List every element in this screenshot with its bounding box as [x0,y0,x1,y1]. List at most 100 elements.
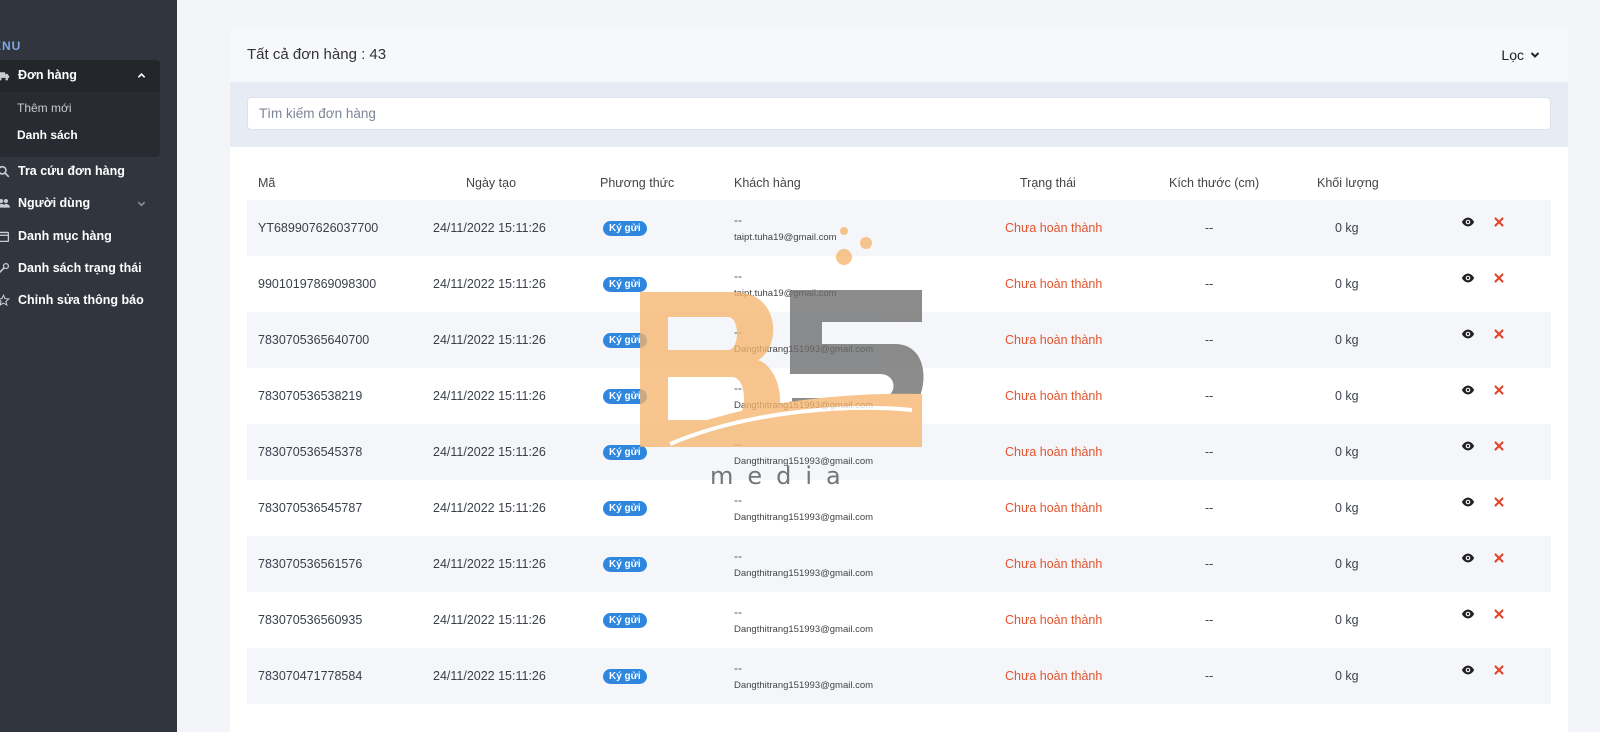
column-header-method: Phương thức [600,176,675,190]
sidebar-item-users[interactable]: Người dùng [0,196,160,210]
sidebar-item-label: Danh mục hàng [18,229,112,243]
column-header-status: Trạng thái [1020,176,1076,190]
table-row: 783070471778584 24/11/2022 15:11:26 Ký gửi… [247,648,1551,704]
status-text: Chưa hoàn thành [1005,613,1103,627]
weight-value: 0 kg [1335,221,1359,235]
eye-icon[interactable] [1461,271,1475,285]
wrench-icon [0,262,10,275]
size-value: -- [1205,445,1214,459]
delete-x-icon[interactable] [1492,215,1506,229]
status-text: Chưa hoàn thành [1005,557,1103,571]
delete-x-icon[interactable] [1492,327,1506,341]
sidebar-subitem-add-new[interactable]: Thêm mới [17,101,72,115]
order-created: 24/11/2022 15:11:26 [433,501,546,515]
delete-x-icon[interactable] [1492,439,1506,453]
order-code: 7830705365640700 [258,333,370,347]
search-input[interactable] [247,97,1551,130]
customer-email: Dangthitrang151993@gmail.com [734,344,874,355]
table-row: 783070536545787 24/11/2022 15:11:26 Ký gửi… [247,480,1551,536]
eye-icon[interactable] [1461,439,1475,453]
orders-card: Tất cả đơn hàng : 43 Lọc Mã Ngày tạo Phư… [230,28,1568,732]
method-badge: Ký gửi [603,445,647,460]
delete-x-icon[interactable] [1492,551,1506,565]
order-created: 24/11/2022 15:11:26 [433,277,546,291]
table-row: 783070536560935 24/11/2022 15:11:26 Ký gửi… [247,592,1551,648]
orders-card-header: Tất cả đơn hàng : 43 Lọc [230,28,1568,82]
method-badge: Ký gửi [603,277,647,292]
table-row: YT689907626037700 24/11/2022 15:11:26 Ký g… [247,200,1551,256]
customer-name: -- [734,605,742,619]
method-badge: Ký gửi [603,221,647,236]
star-icon [0,293,10,307]
sidebar-item-orders[interactable]: Đơn hàng [0,68,160,82]
customer-email: Dangthitrang151993@gmail.com [734,512,874,523]
sidebar-item-label: Tra cứu đơn hàng [18,164,125,178]
table-row: 99010197869098300 24/11/2022 15:11:26 Ký g… [247,256,1551,312]
size-value: -- [1205,277,1214,291]
size-value: -- [1205,389,1214,403]
order-code: 783070536545787 [258,501,363,515]
customer-name: -- [734,269,742,283]
sidebar-item-edit-notice[interactable]: Chỉnh sửa thông báo [0,293,144,307]
delete-x-icon[interactable] [1492,607,1506,621]
size-value: -- [1205,221,1214,235]
order-created: 24/11/2022 15:11:26 [433,613,546,627]
column-header-customer: Khách hàng [734,176,801,190]
delete-x-icon[interactable] [1492,495,1506,509]
order-created: 24/11/2022 15:11:26 [433,221,546,235]
customer-name: -- [734,549,742,563]
method-badge: Ký gửi [603,333,647,348]
status-text: Chưa hoàn thành [1005,389,1103,403]
status-text: Chưa hoàn thành [1005,669,1103,683]
chevron-down-icon [137,201,146,206]
customer-email: taipt.tuha19@gmail.com [734,232,837,243]
eye-icon[interactable] [1461,607,1475,621]
customer-name: -- [734,381,742,395]
eye-icon[interactable] [1461,383,1475,397]
size-value: -- [1205,613,1214,627]
weight-value: 0 kg [1335,669,1359,683]
table-row: 783070536561576 24/11/2022 15:11:26 Ký gửi… [247,536,1551,592]
customer-name: -- [734,437,742,451]
sidebar-item-label: Người dùng [18,196,91,210]
method-badge: Ký gửi [603,613,647,628]
status-text: Chưa hoàn thành [1005,445,1103,459]
sidebar-item-status-list[interactable]: Danh sách trạng thái [0,261,142,275]
chevron-down-icon [1530,52,1540,58]
sidebar-item-order-lookup[interactable]: Tra cứu đơn hàng [0,164,125,178]
order-code: 783070471778584 [258,669,363,683]
customer-email: taipt.tuha19@gmail.com [734,288,837,299]
order-code: 99010197869098300 [258,277,377,291]
size-value: -- [1205,669,1214,683]
customer-name: -- [734,661,742,675]
sidebar-item-label: Chỉnh sửa thông báo [18,293,144,307]
chevron-up-icon [137,72,146,78]
sidebar-item-label: Danh sách trạng thái [18,261,142,275]
users-icon [0,197,10,210]
method-badge: Ký gửi [603,389,647,404]
delete-x-icon[interactable] [1492,271,1506,285]
eye-icon[interactable] [1461,215,1475,229]
weight-value: 0 kg [1335,277,1359,291]
order-code: 783070536545378 [258,445,363,459]
eye-icon[interactable] [1461,663,1475,677]
table-row: 783070536538219 24/11/2022 15:11:26 Ký gửi… [247,368,1551,424]
order-created: 24/11/2022 15:11:26 [433,669,546,683]
eye-icon[interactable] [1461,327,1475,341]
order-created: 24/11/2022 15:11:26 [433,445,546,459]
customer-email: Dangthitrang151993@gmail.com [734,400,874,411]
eye-icon[interactable] [1461,495,1475,509]
filter-button[interactable]: Lọc [1501,47,1540,63]
delete-x-icon[interactable] [1492,663,1506,677]
customer-email: Dangthitrang151993@gmail.com [734,680,874,691]
status-text: Chưa hoàn thành [1005,221,1103,235]
eye-icon[interactable] [1461,551,1475,565]
sidebar-item-categories[interactable]: Danh mục hàng [0,229,112,243]
customer-email: Dangthitrang151993@gmail.com [734,624,874,635]
table-row: 783070536545378 24/11/2022 15:11:26 Ký gửi… [247,424,1551,480]
status-text: Chưa hoàn thành [1005,277,1103,291]
sidebar-subitem-list[interactable]: Danh sách [17,128,78,142]
delete-x-icon[interactable] [1492,383,1506,397]
truck-icon [0,69,10,82]
order-code: 783070536538219 [258,389,363,403]
